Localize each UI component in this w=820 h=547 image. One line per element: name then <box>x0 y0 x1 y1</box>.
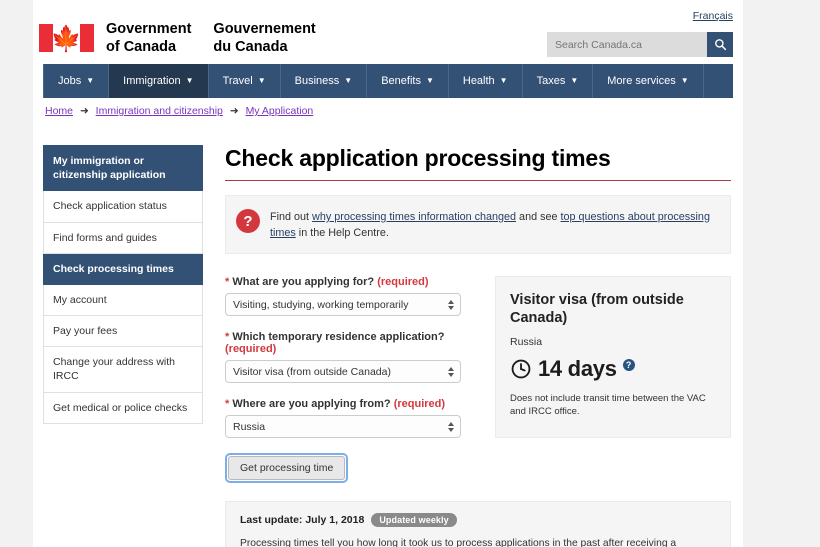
brand-french: Gouvernement du Canada <box>213 21 316 56</box>
result-duration-row: 14 days ? <box>510 356 716 382</box>
help-alert: ? Find out why processing times informat… <box>225 195 731 255</box>
question-mark-icon: ? <box>236 209 260 233</box>
site-header: Français 🍁 Government of Canada Gouverne… <box>33 0 743 64</box>
site-search <box>547 32 733 57</box>
chevron-down-icon: ▼ <box>680 76 689 85</box>
nav-item-taxes[interactable]: Taxes ▼ <box>523 64 594 98</box>
sidebar-item-change-your-address-with-ircc[interactable]: Change your address with IRCC <box>43 347 203 393</box>
screenshot-root: Français 🍁 Government of Canada Gouverne… <box>0 0 820 547</box>
search-icon <box>714 39 726 51</box>
label-applying-for: * What are you applying for? (required) <box>225 276 429 289</box>
select-applying-from-value: Russia <box>233 420 266 433</box>
breadcrumb-item-my-application[interactable]: My Application <box>246 105 314 117</box>
nav-item-more-services[interactable]: More services ▼ <box>593 64 704 98</box>
select-temporary-residence-application[interactable]: Visitor visa (from outside Canada) <box>225 360 461 384</box>
sidebar-item-check-processing-times[interactable]: Check processing times <box>43 253 203 285</box>
chevron-down-icon: ▼ <box>570 76 579 85</box>
select-applying-for[interactable]: Visiting, studying, working temporarily <box>225 293 461 317</box>
label-temporary-residence-application: * Which temporary residence application?… <box>225 331 445 356</box>
canada-flag-icon: 🍁 <box>39 24 94 53</box>
help-alert-text: Find out why processing times informatio… <box>270 211 710 239</box>
select-applying-from[interactable]: Russia <box>225 415 461 439</box>
chevron-down-icon: ▼ <box>344 76 353 85</box>
page-title: Check application processing times <box>225 145 731 181</box>
processing-time-form-area: * What are you applying for? (required) … <box>225 276 731 484</box>
sidebar-item-check-application-status[interactable]: Check application status <box>43 191 203 223</box>
search-input[interactable] <box>547 32 707 57</box>
chevron-down-icon: ▼ <box>257 76 266 85</box>
chevron-down-icon: ▼ <box>425 76 434 85</box>
brand-english: Government of Canada <box>106 21 192 56</box>
processing-times-description: Processing times tell you how long it to… <box>240 538 677 547</box>
sidebar-item-pay-your-fees[interactable]: Pay your fees <box>43 316 203 348</box>
main-column: Check application processing times ? Fin… <box>203 145 731 547</box>
clock-icon <box>511 359 531 378</box>
page-shell: Français 🍁 Government of Canada Gouverne… <box>33 0 743 547</box>
last-update-heading: Last update: July 1, 2018 Updated weekly <box>240 513 716 528</box>
required-star-icon: * <box>225 331 230 344</box>
sidebar-item-get-medical-or-police-checks[interactable]: Get medical or police checks <box>43 392 203 424</box>
nav-item-business[interactable]: Business ▼ <box>281 64 368 98</box>
required-star-icon: * <box>225 398 230 411</box>
select-stepper-icon <box>448 366 454 377</box>
why-processing-times-changed-link[interactable]: why processing times information changed <box>312 211 516 223</box>
field-temporary-residence-application: * Which temporary residence application?… <box>225 331 473 384</box>
language-toggle-link[interactable]: Français <box>693 10 733 22</box>
updated-weekly-badge: Updated weekly <box>371 513 457 528</box>
primary-navigation: Jobs ▼ Immigration ▼ Travel ▼ Business ▼… <box>43 64 733 98</box>
sidebar-item-my-immigration-or-citizenship-application[interactable]: My immigration or citizenship applicatio… <box>43 145 203 192</box>
nav-item-benefits[interactable]: Benefits ▼ <box>367 64 449 98</box>
nav-item-jobs[interactable]: Jobs ▼ <box>43 64 110 98</box>
breadcrumb-item-immigration-and-citizenship[interactable]: Immigration and citizenship <box>96 105 223 117</box>
sidebar-menu: My immigration or citizenship applicatio… <box>43 145 203 547</box>
result-note: Does not include transit time between th… <box>510 392 706 418</box>
processing-time-form: * What are you applying for? (required) … <box>225 276 473 484</box>
sidebar-item-find-forms-and-guides[interactable]: Find forms and guides <box>43 222 203 254</box>
chevron-down-icon: ▼ <box>86 76 95 85</box>
breadcrumb: Home ➜ Immigration and citizenship ➜ My … <box>33 98 743 125</box>
content-area: My immigration or citizenship applicatio… <box>33 125 743 547</box>
get-processing-time-focus-ring: Get processing time <box>225 453 349 484</box>
nav-item-health[interactable]: Health ▼ <box>449 64 523 98</box>
processing-time-result: Visitor visa (from outside Canada) Russi… <box>495 276 731 439</box>
result-country: Russia <box>510 335 543 348</box>
field-applying-for: * What are you applying for? (required) … <box>225 276 473 317</box>
select-temporary-residence-application-value: Visitor visa (from outside Canada) <box>233 365 391 378</box>
government-of-canada-brand[interactable]: 🍁 Government of Canada Gouvernement du C… <box>39 20 316 56</box>
breadcrumb-separator-icon: ➜ <box>229 105 239 117</box>
result-duration: 14 days <box>538 355 617 381</box>
get-processing-time-button[interactable]: Get processing time <box>228 456 346 481</box>
sidebar-item-my-account[interactable]: My account <box>43 284 203 317</box>
search-button[interactable] <box>707 32 733 57</box>
help-question-icon[interactable]: ? <box>622 358 635 371</box>
select-applying-for-value: Visiting, studying, working temporarily <box>233 298 409 311</box>
last-update-label: Last update: July 1, 2018 <box>240 514 365 527</box>
brand-wordmark: Government of Canada Gouvernement du Can… <box>106 20 316 56</box>
breadcrumb-item-home[interactable]: Home <box>45 105 73 117</box>
nav-item-immigration[interactable]: Immigration ▼ <box>109 64 209 98</box>
required-star-icon: * <box>225 276 230 289</box>
field-applying-from: * Where are you applying from? (required… <box>225 398 473 439</box>
result-title: Visitor visa (from outside Canada) <box>510 292 684 327</box>
nav-item-travel[interactable]: Travel ▼ <box>209 64 281 98</box>
breadcrumb-separator-icon: ➜ <box>79 105 89 117</box>
chevron-down-icon: ▼ <box>185 76 194 85</box>
chevron-down-icon: ▼ <box>499 76 508 85</box>
select-stepper-icon <box>448 421 454 432</box>
last-update-panel: Last update: July 1, 2018 Updated weekly… <box>225 501 731 547</box>
select-stepper-icon <box>448 299 454 310</box>
label-applying-from: * Where are you applying from? (required… <box>225 398 446 411</box>
